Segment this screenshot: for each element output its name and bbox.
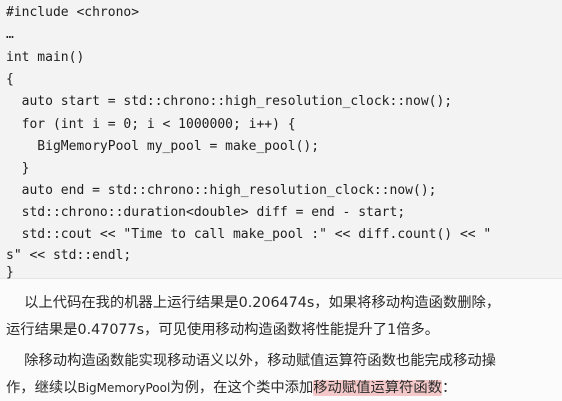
code-line: s" << std::endl; — [6, 248, 132, 263]
code-line: int main() — [6, 50, 85, 65]
code-line: std::cout << "Time to call make_pool :" … — [6, 227, 492, 242]
paragraph-2-text: 为例，在这个类中添加 — [170, 380, 314, 396]
code-line: } — [6, 161, 30, 176]
paragraph-2-line-2: 作，继续以BigMemoryPool为例，在这个类中添加移动赋值运算符函数： — [6, 378, 556, 398]
inline-class-name: BigMemoryPool — [77, 381, 171, 395]
document-page: #include <chrono> … int main() { auto st… — [0, 0, 562, 401]
paragraph-1-line-2: 运行结果是0.47077s，可见使用移动构造函数将性能提升了1倍多。 — [6, 322, 440, 338]
code-line: } — [6, 265, 14, 280]
code-line: auto start = std::chrono::high_resolutio… — [6, 94, 453, 109]
highlighted-phrase: 移动赋值运算符函数 — [313, 380, 442, 396]
paragraph-2-text: ： — [441, 380, 457, 396]
code-line: … — [6, 27, 14, 42]
code-line: #include <chrono> — [6, 5, 140, 20]
paragraph-2-line-1: 除移动构造函数能实现移动语义以外，移动赋值运算符函数也能完成移动操 — [6, 353, 496, 369]
code-line: for (int i = 0; i < 1000000; i++) { — [6, 117, 296, 132]
code-line: std::chrono::duration<double> diff = end… — [6, 205, 406, 220]
paragraph-1-line-1: 以上代码在我的机器上运行结果是0.206474s，如果将移动构造函数删除， — [6, 295, 501, 311]
code-block: #include <chrono> … int main() { auto st… — [0, 0, 562, 279]
code-line: auto end = std::chrono::high_resolution_… — [6, 183, 437, 198]
paragraph-2-text: 作，继续以 — [6, 380, 78, 396]
code-line: BigMemoryPool my_pool = make_pool(); — [6, 139, 320, 154]
code-line: { — [6, 72, 14, 87]
